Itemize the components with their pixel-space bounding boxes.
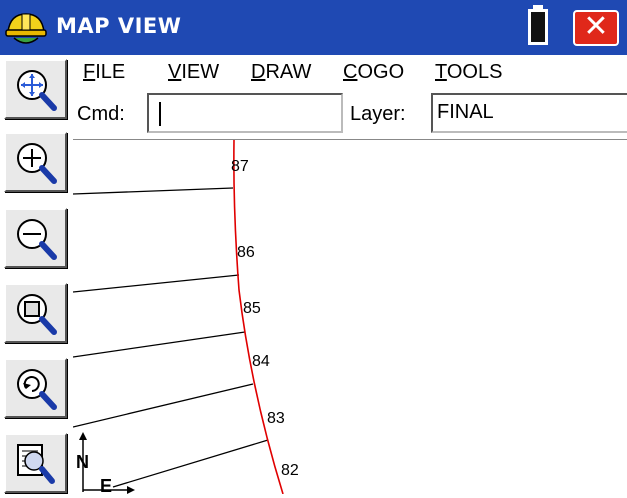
point-label-84: 84 (252, 353, 270, 370)
menu-tools[interactable]: TOOLS (435, 61, 502, 84)
text-caret (159, 102, 161, 126)
zoom-out-icon (17, 219, 57, 260)
north-arrowhead (79, 432, 87, 440)
east-label: E (100, 476, 112, 494)
menu-cogo-label: COGO (343, 61, 405, 83)
zoom-window-icon (17, 294, 57, 335)
zoom-toolbar (0, 55, 73, 493)
zoom-extents-icon (17, 70, 57, 111)
zoom-in-button[interactable] (4, 132, 67, 192)
menu-cogo[interactable]: COGO (343, 61, 404, 84)
cmd-label: Cmd: (77, 103, 125, 125)
point-label-86: 86 (237, 244, 255, 261)
command-row: Cmd: Layer: FINAL (73, 87, 627, 139)
menu-file-label: FILE (83, 61, 126, 83)
menu-file[interactable]: FILE (83, 61, 125, 84)
point-label-87: 87 (231, 158, 249, 175)
lot-line (72, 331, 246, 358)
zoom-in-icon (17, 143, 57, 184)
menu-draw[interactable]: DRAW (251, 61, 311, 84)
hardhat-app-icon (5, 13, 47, 44)
point-label-83: 83 (267, 410, 285, 427)
zoom-previous-icon (17, 369, 57, 410)
map-canvas[interactable]: 87 86 85 84 83 82 N E (72, 139, 627, 496)
lot-line (72, 187, 234, 195)
title-bar: MAP VIEW ✕ (0, 0, 627, 56)
zoom-extents-button[interactable] (4, 59, 67, 119)
zoom-previous-button[interactable] (4, 358, 67, 418)
zoom-window-button[interactable] (4, 283, 67, 343)
menu-tools-label: TOOLS (435, 61, 503, 83)
lot-line (72, 274, 240, 293)
command-input[interactable] (147, 93, 343, 133)
zoom-out-button[interactable] (4, 208, 67, 268)
map-settings-button[interactable] (4, 433, 67, 493)
map-drawing: 87 86 85 84 83 82 N E (72, 139, 299, 496)
menu-draw-label: DRAW (251, 61, 312, 83)
menu-bar: FILE VIEW DRAW COGO TOOLS (73, 55, 627, 87)
menu-view[interactable]: VIEW (168, 61, 219, 84)
point-label-82: 82 (281, 462, 299, 479)
layer-label: Layer: (350, 103, 406, 125)
battery-icon (528, 9, 548, 45)
window-title: MAP VIEW (56, 14, 182, 38)
close-button[interactable]: ✕ (573, 10, 619, 46)
layer-field[interactable]: FINAL (431, 93, 627, 133)
menu-view-label: VIEW (168, 61, 220, 83)
lot-line (112, 439, 269, 488)
alignment-curve (233, 139, 284, 495)
map-settings-icon (17, 444, 55, 484)
lot-line (72, 383, 254, 428)
point-label-85: 85 (243, 300, 261, 317)
north-label: N (76, 452, 89, 472)
